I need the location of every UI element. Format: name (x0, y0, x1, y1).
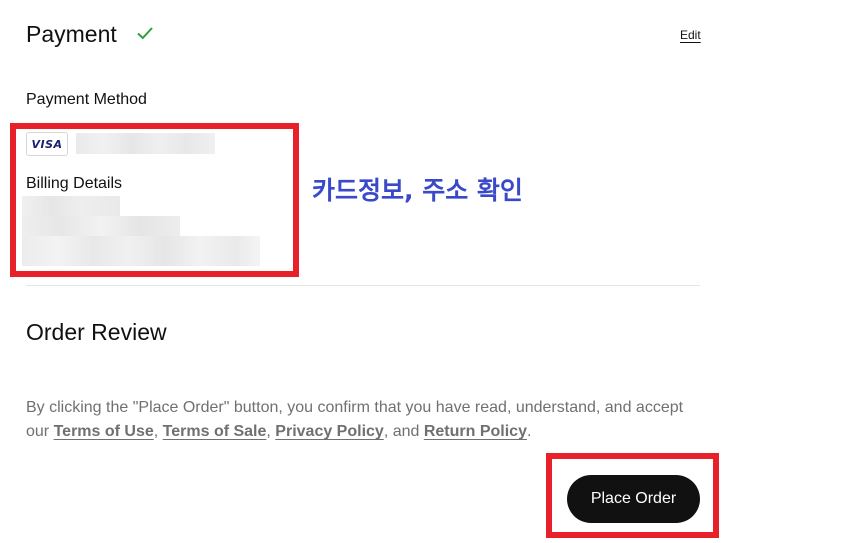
edit-payment-link[interactable]: Edit (680, 28, 701, 42)
privacy-policy-link[interactable]: Privacy Policy (275, 423, 384, 440)
payment-method-label: Payment Method (26, 91, 147, 108)
order-review-title: Order Review (26, 319, 167, 345)
legal-agreement-text: By clicking the "Place Order" button, yo… (26, 396, 706, 444)
section-divider (26, 285, 700, 286)
return-policy-link[interactable]: Return Policy (424, 423, 527, 440)
payment-details-highlight (10, 123, 299, 277)
check-icon (137, 27, 153, 40)
legal-separator: , (266, 423, 276, 440)
payment-section-title: Payment (26, 21, 117, 47)
legal-separator: , (153, 423, 163, 440)
terms-of-use-link[interactable]: Terms of Use (54, 423, 154, 440)
terms-of-sale-link[interactable]: Terms of Sale (163, 423, 267, 440)
place-order-highlight (546, 453, 719, 538)
annotation-note: 카드정보, 주소 확인 (312, 176, 523, 205)
legal-suffix: . (526, 423, 532, 440)
legal-separator: , and (383, 423, 424, 440)
